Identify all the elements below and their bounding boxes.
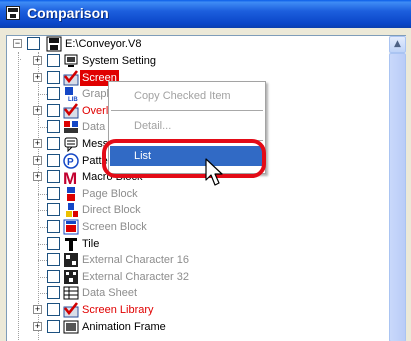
menu-item-detail[interactable]: Detail... bbox=[110, 116, 264, 136]
item-checkbox[interactable] bbox=[47, 170, 60, 183]
expand-toggle-icon[interactable]: + bbox=[33, 305, 42, 314]
root-label: E:\Conveyor.V8 bbox=[65, 38, 142, 50]
title-bar[interactable]: Comparison bbox=[0, 0, 411, 28]
expand-toggle-icon[interactable]: + bbox=[33, 139, 42, 148]
scroll-thumb[interactable] bbox=[389, 53, 406, 341]
save-disk-icon bbox=[46, 36, 62, 52]
pattern-icon: P bbox=[63, 153, 79, 169]
macro-icon: M bbox=[63, 169, 79, 188]
ext-char-16-icon bbox=[63, 252, 79, 268]
expand-toggle-icon[interactable]: + bbox=[33, 106, 42, 115]
tree-item-label: Tile bbox=[82, 238, 100, 250]
tree-item-label: Screen Library bbox=[82, 304, 154, 316]
vertical-scrollbar[interactable]: ▲ bbox=[389, 35, 406, 341]
screen-block-icon bbox=[63, 219, 79, 235]
comparison-window: Comparison − E:\Conveyor.V8 + System Sett… bbox=[0, 0, 411, 341]
tree-item-label: Animation Frame bbox=[82, 321, 166, 333]
ext-char-32-icon bbox=[63, 269, 79, 285]
svg-text:M: M bbox=[63, 169, 77, 185]
item-checkbox[interactable] bbox=[47, 87, 60, 100]
monitor-icon bbox=[63, 53, 79, 69]
window-title: Comparison bbox=[27, 5, 109, 21]
tree-item-label: External Character 32 bbox=[82, 271, 189, 283]
red-check-icon bbox=[63, 302, 79, 318]
red-check-icon bbox=[63, 70, 79, 86]
data-sheet-icon bbox=[63, 285, 79, 301]
tree-item-label: External Character 16 bbox=[82, 254, 189, 266]
data-block-icon bbox=[63, 119, 79, 135]
item-checkbox[interactable] bbox=[47, 237, 60, 250]
red-check-icon bbox=[63, 103, 79, 119]
item-checkbox[interactable] bbox=[47, 286, 60, 299]
svg-text:LIB: LIB bbox=[68, 97, 78, 102]
root-checkbox[interactable] bbox=[27, 37, 40, 50]
item-checkbox[interactable] bbox=[47, 54, 60, 67]
item-checkbox[interactable] bbox=[47, 187, 60, 200]
window-save-icon bbox=[6, 6, 20, 20]
expand-toggle-icon[interactable]: + bbox=[33, 56, 42, 65]
item-checkbox[interactable] bbox=[47, 253, 60, 266]
item-checkbox[interactable] bbox=[47, 154, 60, 167]
item-checkbox[interactable] bbox=[47, 220, 60, 233]
expand-toggle-icon[interactable]: + bbox=[33, 322, 42, 331]
expand-toggle-icon[interactable]: + bbox=[33, 73, 42, 82]
mouse-pointer-icon bbox=[205, 158, 227, 192]
item-checkbox[interactable] bbox=[47, 270, 60, 283]
expand-toggle-icon[interactable]: + bbox=[33, 172, 42, 181]
tree-item-label: Screen Block bbox=[82, 221, 147, 233]
tree-item-label: Direct Block bbox=[82, 204, 141, 216]
highlight-ring bbox=[102, 139, 266, 178]
item-checkbox[interactable] bbox=[47, 71, 60, 84]
tree-item-label: System Setting bbox=[82, 55, 156, 67]
collapse-toggle-icon[interactable]: − bbox=[13, 39, 22, 48]
message-icon bbox=[63, 136, 79, 153]
library-icon: LIB bbox=[63, 86, 79, 103]
item-checkbox[interactable] bbox=[47, 137, 60, 150]
item-checkbox[interactable] bbox=[47, 120, 60, 133]
scroll-up-icon[interactable]: ▲ bbox=[389, 36, 406, 53]
item-checkbox[interactable] bbox=[47, 320, 60, 333]
svg-text:P: P bbox=[67, 157, 74, 168]
item-checkbox[interactable] bbox=[47, 203, 60, 216]
direct-block-icon bbox=[63, 202, 79, 218]
item-checkbox[interactable] bbox=[47, 303, 60, 316]
tile-icon bbox=[63, 236, 79, 252]
page-block-icon bbox=[63, 186, 79, 202]
animation-icon bbox=[63, 319, 79, 335]
tree-item-label: Page Block bbox=[82, 188, 138, 200]
expand-toggle-icon[interactable]: + bbox=[33, 156, 42, 165]
menu-separator bbox=[111, 110, 263, 111]
tree-item-label: Data Sheet bbox=[82, 287, 138, 299]
item-checkbox[interactable] bbox=[47, 104, 60, 117]
menu-item-copy-checked-item[interactable]: Copy Checked Item bbox=[110, 86, 264, 106]
